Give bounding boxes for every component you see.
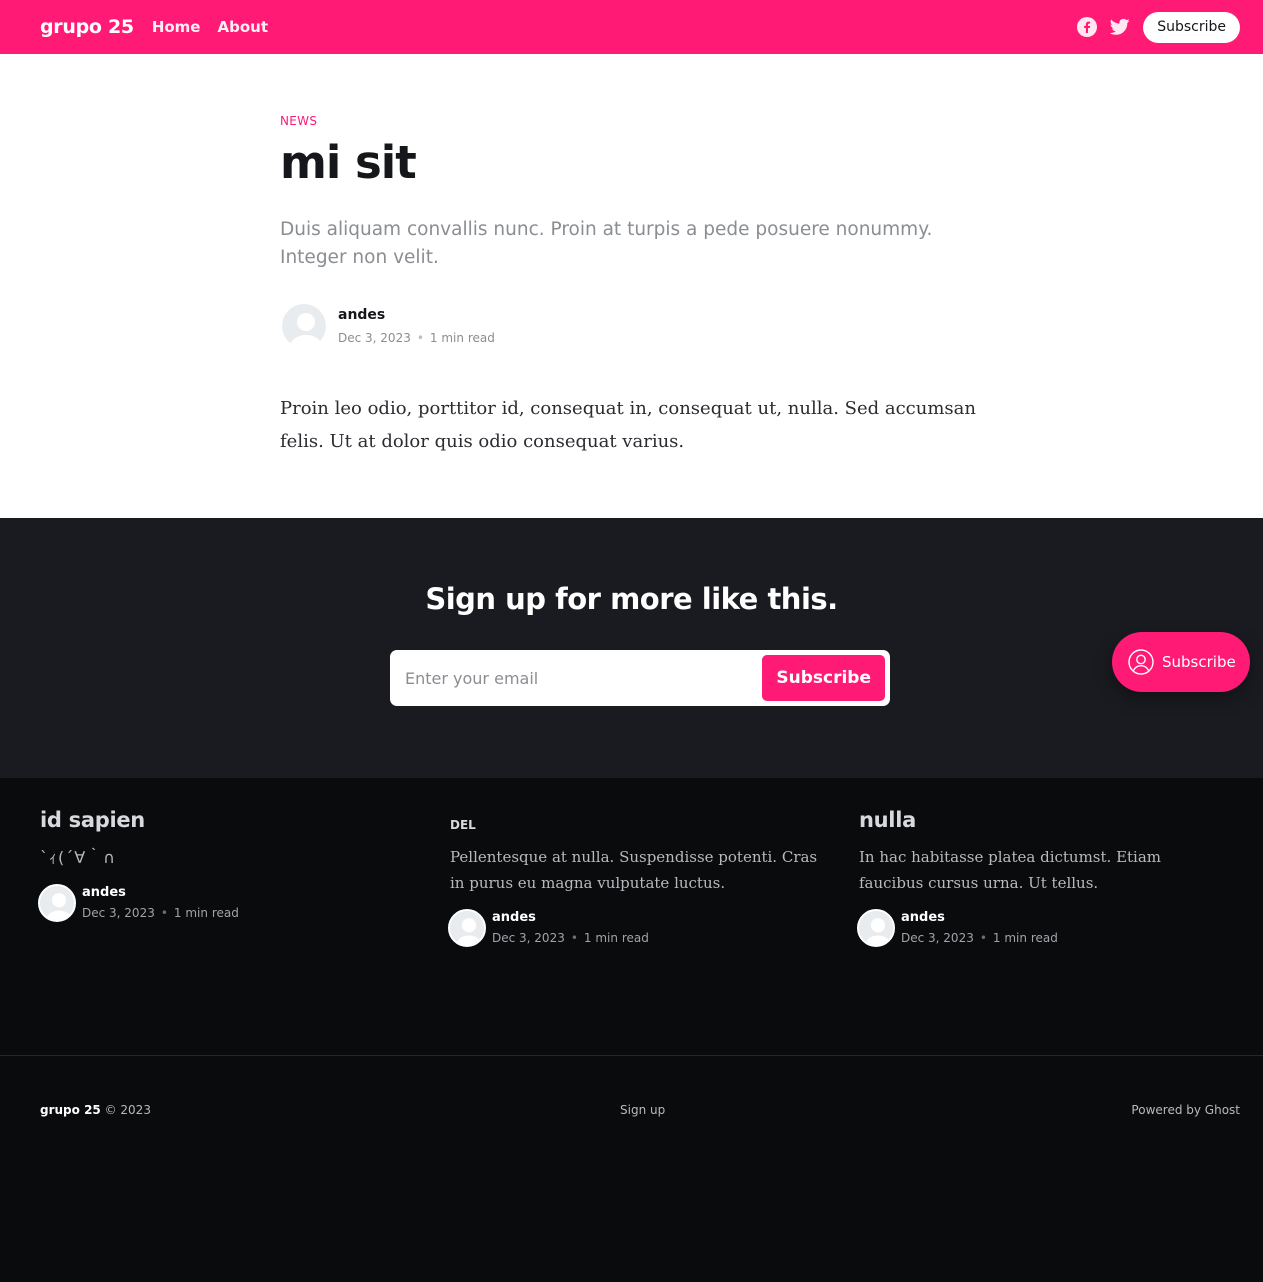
card-byline: andes Dec 3, 2023 • 1 min read [857, 909, 1058, 947]
byline-text: andes Dec 3, 2023 • 1 min read [492, 910, 649, 946]
card-excerpt: In hac habitasse platea dictumst. Etiam … [859, 848, 1162, 892]
card-title[interactable]: id sapien [40, 808, 145, 832]
signup-section: Sign up for more like this. Subscribe Su… [0, 518, 1263, 778]
footer-brand[interactable]: grupo 25 [40, 1103, 101, 1117]
card-excerpt: Pellentesque at nulla. Suspendisse poten… [450, 848, 818, 892]
floating-subscribe-label: Subscribe [1162, 653, 1236, 671]
nav-link-home[interactable]: Home [152, 18, 201, 36]
meta-separator: • [160, 906, 168, 920]
article-meta: Dec 3, 2023 • 1 min read [338, 331, 495, 345]
card-meta: Dec 3, 2023 • 1 min read [82, 906, 239, 920]
signup-title: Sign up for more like this. [425, 582, 838, 616]
author-avatar[interactable] [448, 909, 486, 947]
site-header: grupo 25 Home About Subscribe [0, 0, 1263, 54]
author-avatar[interactable] [857, 909, 895, 947]
card-date: Dec 3, 2023 [82, 906, 155, 920]
article: NEWS mi sit Duis aliquam convallis nunc.… [0, 54, 1263, 518]
twitter-icon[interactable] [1110, 17, 1130, 37]
card-date: Dec 3, 2023 [492, 931, 565, 945]
card-tag[interactable]: DEL [450, 818, 476, 832]
author-name[interactable]: andes [338, 307, 495, 323]
card-title[interactable]: nulla [859, 808, 916, 832]
card-byline: andes Dec 3, 2023 • 1 min read [448, 909, 649, 947]
article-date: Dec 3, 2023 [338, 330, 411, 345]
meta-separator: • [416, 330, 424, 345]
facebook-icon[interactable] [1077, 17, 1098, 37]
card-date: Dec 3, 2023 [901, 931, 974, 945]
author-avatar[interactable] [280, 302, 328, 350]
article-title: mi sit [280, 136, 417, 189]
site-brand-link[interactable]: grupo 25 [40, 16, 134, 38]
card-meta: Dec 3, 2023 • 1 min read [492, 931, 649, 945]
related-posts: id sapien `ｨ(´∀｀∩ andes Dec 3, 2023 • 1 mi… [0, 778, 1263, 1055]
site-footer: grupo 25 © 2023 Sign up Powered by Ghost [0, 1055, 1263, 1282]
meta-separator: • [979, 931, 987, 945]
byline-text: andes Dec 3, 2023 • 1 min read [338, 307, 495, 346]
nav-link-about[interactable]: About [217, 18, 268, 36]
card-read-time: 1 min read [583, 931, 649, 945]
header-subscribe-button[interactable]: Subscribe [1143, 11, 1240, 43]
author-avatar[interactable] [38, 884, 76, 922]
card-meta: Dec 3, 2023 • 1 min read [901, 931, 1058, 945]
footer-copyright-text: © 2023 [104, 1103, 151, 1117]
author-name[interactable]: andes [901, 910, 1058, 925]
card-excerpt: `ｨ(´∀｀∩ [40, 848, 116, 867]
author-name[interactable]: andes [492, 910, 649, 925]
footer-copyright: grupo 25 © 2023 [40, 1103, 151, 1117]
floating-subscribe-button[interactable]: Subscribe [1112, 632, 1250, 692]
byline-text: andes Dec 3, 2023 • 1 min read [901, 910, 1058, 946]
header-actions: Subscribe [1077, 11, 1240, 43]
article-tag[interactable]: NEWS [280, 114, 317, 128]
card-read-time: 1 min read [992, 931, 1058, 945]
email-input[interactable] [405, 668, 763, 688]
article-excerpt: Duis aliquam convallis nunc. Proin at tu… [280, 219, 933, 268]
card-byline: andes Dec 3, 2023 • 1 min read [38, 884, 239, 922]
author-name[interactable]: andes [82, 885, 239, 900]
signup-form: Subscribe [390, 650, 890, 706]
article-byline: andes Dec 3, 2023 • 1 min read [280, 302, 495, 350]
signup-subscribe-button[interactable]: Subscribe [762, 655, 885, 701]
article-read-time: 1 min read [429, 330, 495, 345]
footer-powered-by-link[interactable]: Powered by Ghost [1131, 1103, 1240, 1117]
meta-separator: • [570, 931, 578, 945]
user-circle-icon [1128, 649, 1154, 675]
footer-signup-link[interactable]: Sign up [620, 1103, 665, 1117]
card-read-time: 1 min read [173, 906, 239, 920]
byline-text: andes Dec 3, 2023 • 1 min read [82, 885, 239, 921]
article-content: Proin leo odio, porttitor id, consequat … [280, 398, 976, 452]
